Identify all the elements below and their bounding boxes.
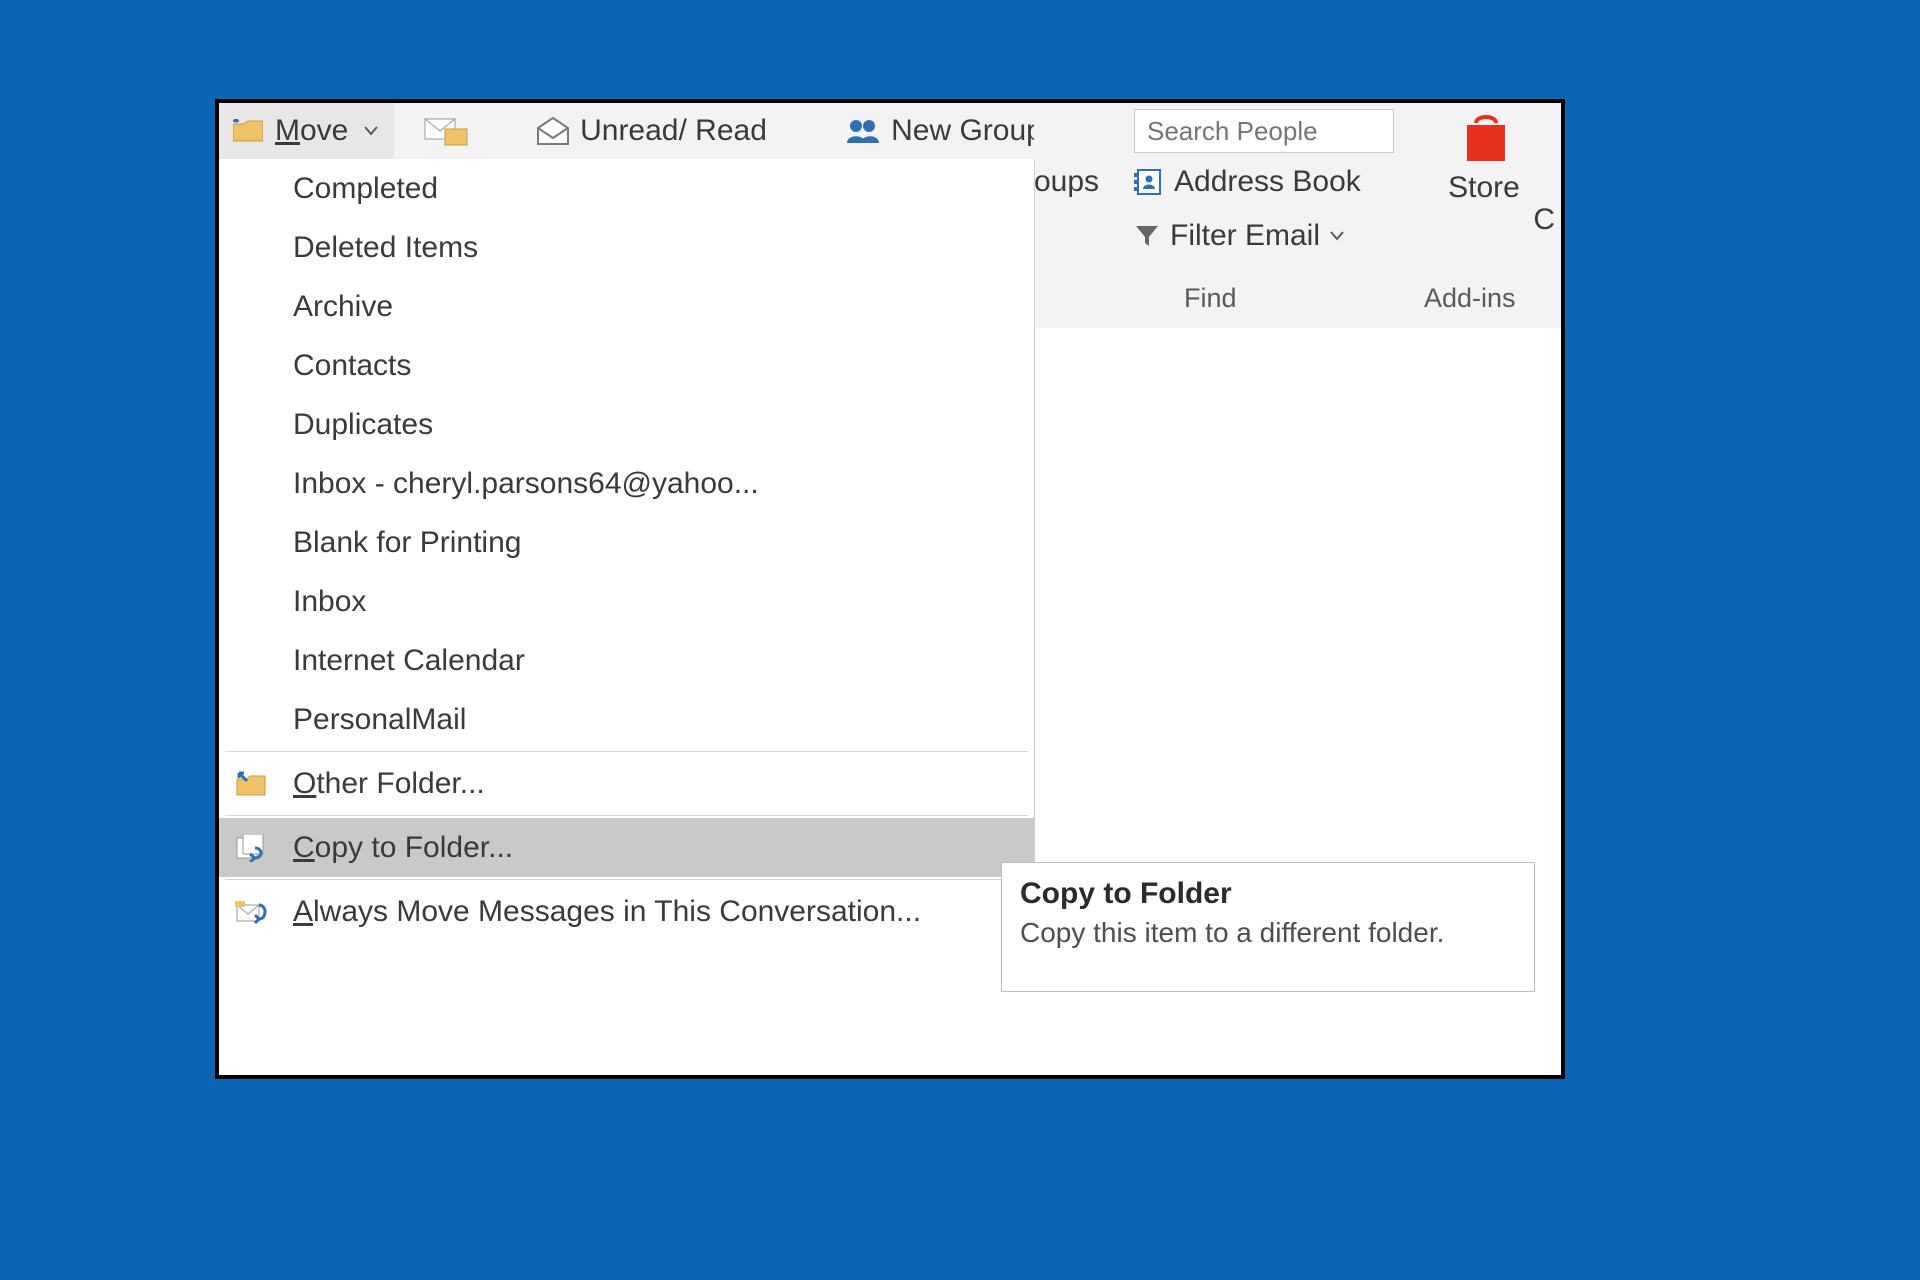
menu-item-label: Inbox <box>293 585 366 619</box>
menu-item-label: Always Move Messages in This Conversatio… <box>293 895 921 929</box>
menu-item-label: Contacts <box>293 349 411 383</box>
rules-button[interactable] <box>411 103 481 159</box>
folder-arrow-icon <box>235 771 267 797</box>
browse-groups-fragment[interactable]: oups <box>1034 165 1114 199</box>
move-dropdown-menu: Completed Deleted Items Archive Contacts… <box>219 159 1035 941</box>
menu-item-label: PersonalMail <box>293 703 466 737</box>
menu-item-label: Completed <box>293 172 438 206</box>
menu-item-copy-to-folder[interactable]: Copy to Folder... <box>219 818 1034 877</box>
filter-email-label: Filter Email <box>1170 219 1320 253</box>
menu-separator <box>225 815 1028 816</box>
menu-item-label: Inbox - cheryl.parsons64@yahoo... <box>293 467 759 501</box>
address-book-label: Address Book <box>1174 165 1361 199</box>
right-edge-fragment: C <box>1533 203 1555 237</box>
menu-item-label: Duplicates <box>293 408 433 442</box>
dropdown-caret-icon <box>364 126 378 136</box>
ribbon-right-chunk: oups Address Book <box>1034 103 1561 328</box>
search-people-box[interactable] <box>1134 109 1394 153</box>
menu-separator <box>225 751 1028 752</box>
menu-item-folder[interactable]: Inbox <box>219 572 1034 631</box>
menu-item-folder[interactable]: Inbox - cheryl.parsons64@yahoo... <box>219 454 1034 513</box>
move-folder-icon <box>233 119 263 143</box>
unread-read-label: Unread/ Read <box>580 114 767 148</box>
filter-email-button[interactable]: Filter Email <box>1134 219 1344 253</box>
address-book-button[interactable]: Address Book <box>1134 165 1361 199</box>
menu-item-folder[interactable]: Contacts <box>219 336 1034 395</box>
always-move-icon <box>235 899 269 925</box>
envelope-open-icon <box>536 116 570 146</box>
menu-item-folder[interactable]: Duplicates <box>219 395 1034 454</box>
unread-read-button[interactable]: Unread/ Read <box>494 103 809 159</box>
menu-item-label: Copy to Folder... <box>293 831 513 865</box>
stage: Move <box>0 0 1920 1280</box>
outlook-window: Move <box>215 99 1565 1079</box>
menu-item-always-move[interactable]: Always Move Messages in This Conversatio… <box>219 882 1034 941</box>
menu-item-label: Blank for Printing <box>293 526 521 560</box>
menu-item-folder[interactable]: Deleted Items <box>219 218 1034 277</box>
menu-item-folder[interactable]: Blank for Printing <box>219 513 1034 572</box>
menu-item-folder[interactable]: PersonalMail <box>219 690 1034 749</box>
copy-folder-icon <box>235 834 267 862</box>
find-group-label: Find <box>1184 283 1237 314</box>
menu-item-label: Archive <box>293 290 393 324</box>
menu-item-label: Internet Calendar <box>293 644 525 678</box>
tooltip-copy-to-folder: Copy to Folder Copy this item to a diffe… <box>1001 862 1535 992</box>
tooltip-body: Copy this item to a different folder. <box>1020 917 1516 949</box>
tooltip-title: Copy to Folder <box>1020 877 1516 911</box>
new-group-label: New Group <box>891 114 1043 148</box>
search-people-input[interactable] <box>1145 115 1383 148</box>
new-group-button[interactable]: New Group <box>824 103 1064 159</box>
store-label: Store <box>1429 171 1539 205</box>
addins-group-label: Add-ins <box>1424 283 1516 314</box>
menu-item-other-folder[interactable]: Other Folder... <box>219 754 1034 813</box>
menu-item-folder[interactable]: Internet Calendar <box>219 631 1034 690</box>
menu-item-label: Deleted Items <box>293 231 478 265</box>
menu-item-folder[interactable]: Completed <box>219 159 1034 218</box>
menu-separator <box>225 879 1028 880</box>
move-label: Move <box>275 114 348 148</box>
address-book-icon <box>1134 167 1164 197</box>
funnel-icon <box>1134 223 1160 249</box>
store-bag-icon <box>1461 111 1511 165</box>
menu-item-label: Other Folder... <box>293 767 485 801</box>
store-button[interactable]: Store <box>1429 111 1539 205</box>
menu-item-folder[interactable]: Archive <box>219 277 1034 336</box>
dropdown-caret-icon <box>1330 231 1344 241</box>
move-split-button[interactable]: Move <box>219 103 394 159</box>
people-group-icon <box>845 117 881 145</box>
